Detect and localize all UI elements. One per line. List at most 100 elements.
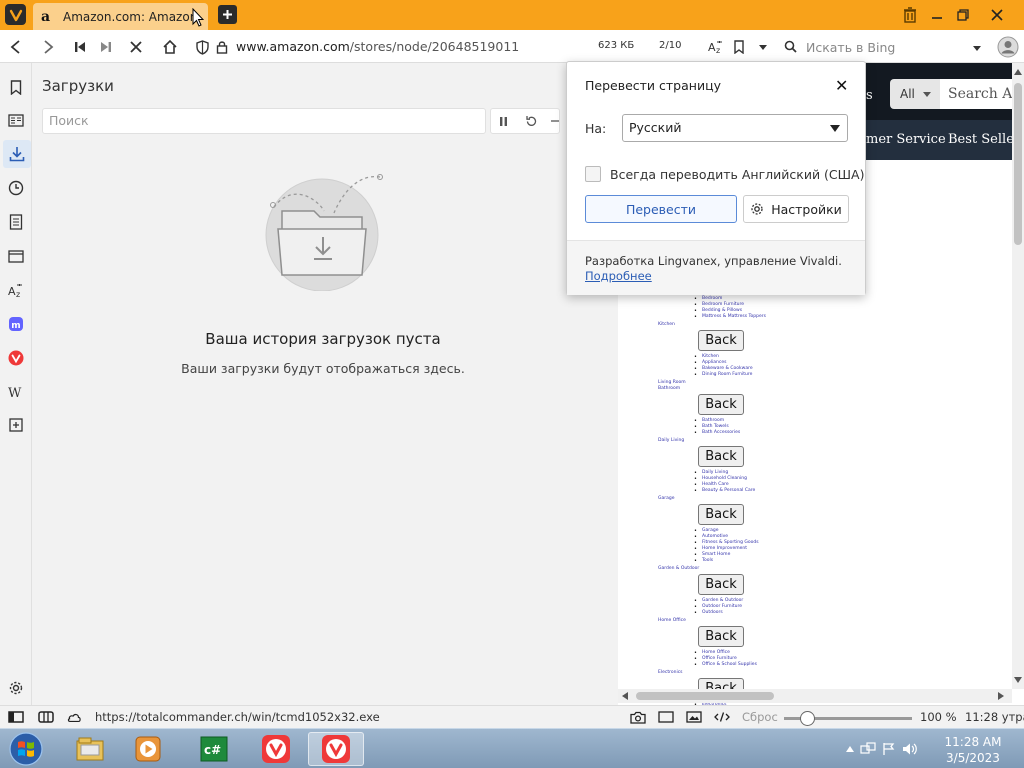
- home-button[interactable]: [158, 35, 182, 59]
- capture-icon[interactable]: [630, 710, 646, 724]
- panel-toggle-icon[interactable]: [8, 710, 24, 724]
- rewind-button[interactable]: [68, 35, 92, 59]
- category-link[interactable]: Outdoors: [694, 610, 723, 616]
- target-language-select[interactable]: Русский: [622, 114, 848, 142]
- start-button[interactable]: [8, 732, 44, 766]
- url-field[interactable]: www.amazon.com/stores/node/20648519011: [236, 39, 519, 54]
- history-icon[interactable]: [6, 178, 26, 198]
- back-button[interactable]: Back: [698, 574, 744, 595]
- page-horizontal-scrollbar[interactable]: [618, 689, 1012, 703]
- sync-cloud-icon[interactable]: [66, 710, 82, 724]
- page-tiling-icon[interactable]: [658, 710, 674, 724]
- category-heading[interactable]: Electronics: [658, 670, 683, 676]
- nav-best-sellers[interactable]: Best Seller: [948, 132, 1020, 147]
- amazon-nav-bar: mer Service Best Seller: [866, 120, 1020, 160]
- add-panel-icon[interactable]: [6, 415, 26, 435]
- flag-icon[interactable]: [882, 742, 896, 756]
- bookmark-icon[interactable]: [727, 35, 751, 59]
- taskbar-clock[interactable]: 11:28 AM 3/5/2023: [940, 734, 1006, 766]
- category-heading[interactable]: Garden & Outdoor: [658, 566, 699, 572]
- category-link[interactable]: Mattress & Mattress Toppers: [694, 314, 766, 320]
- amazon-category-dropdown[interactable]: All: [890, 79, 940, 109]
- reading-list-icon[interactable]: [6, 110, 26, 130]
- back-button[interactable]: Back: [698, 504, 744, 525]
- tab-tiling-icon[interactable]: [38, 710, 54, 724]
- media-player-icon[interactable]: [120, 732, 176, 766]
- status-hover-url: https://totalcommander.ch/win/tcmd1052x3…: [95, 710, 380, 724]
- network-icon[interactable]: [860, 742, 876, 756]
- category-heading[interactable]: Bathroom: [658, 386, 680, 392]
- forward-button[interactable]: [36, 35, 60, 59]
- lock-icon[interactable]: [210, 35, 234, 59]
- page-vertical-scroll-thumb[interactable]: [1014, 83, 1022, 245]
- back-button[interactable]: Back: [698, 394, 744, 415]
- volume-icon[interactable]: [902, 742, 918, 756]
- svg-text:W: W: [8, 386, 22, 399]
- page-horizontal-scroll-thumb[interactable]: [636, 692, 774, 700]
- learn-more-link[interactable]: Подробнее: [585, 269, 652, 283]
- vivaldi-menu-icon[interactable]: [5, 4, 26, 25]
- csharp-ide-icon[interactable]: c#: [186, 732, 242, 766]
- category-heading[interactable]: Daily Living: [658, 438, 684, 444]
- translate-settings-button[interactable]: Настройки: [743, 195, 849, 223]
- translate-panel-icon[interactable]: Az: [6, 280, 26, 300]
- downloads-panel-icon[interactable]: [3, 140, 31, 168]
- page-actions-icon[interactable]: [714, 710, 730, 724]
- close-window-button[interactable]: [980, 3, 1014, 27]
- category-link[interactable]: Tools: [694, 558, 713, 564]
- retry-icon[interactable]: [525, 115, 538, 128]
- zoom-reset-button[interactable]: Сброс: [742, 710, 778, 724]
- zoom-slider-thumb[interactable]: [800, 711, 815, 726]
- scroll-up-icon[interactable]: [1014, 69, 1022, 75]
- back-button[interactable]: Back: [698, 626, 744, 647]
- profile-avatar[interactable]: [996, 35, 1020, 59]
- wikipedia-icon[interactable]: W: [6, 382, 26, 402]
- settings-gear-icon[interactable]: [6, 678, 26, 698]
- trash-icon[interactable]: [898, 3, 922, 27]
- translate-button[interactable]: Перевести: [585, 195, 737, 223]
- vivaldi-icon[interactable]: [248, 732, 304, 766]
- restore-button[interactable]: [950, 3, 976, 27]
- category-heading[interactable]: Home Office: [658, 618, 686, 624]
- back-button[interactable]: Back: [698, 330, 744, 351]
- tab-amazon[interactable]: a Amazon.com: Amazon B: [33, 3, 208, 30]
- category-link[interactable]: Bath Accessories: [694, 430, 740, 436]
- image-toggle-icon[interactable]: [686, 710, 702, 724]
- taskbar-time: 11:28 AM: [944, 735, 1002, 749]
- back-button[interactable]: [4, 35, 28, 59]
- clear-icon[interactable]: [551, 119, 559, 123]
- translate-icon[interactable]: Az: [704, 35, 728, 59]
- scroll-left-icon[interactable]: [622, 692, 628, 700]
- always-translate-checkbox[interactable]: [585, 166, 601, 182]
- bookmark-dropdown-icon[interactable]: [751, 35, 775, 59]
- new-tab-button[interactable]: [218, 5, 237, 24]
- pause-icon[interactable]: [499, 116, 509, 127]
- downloads-search-input[interactable]: Поиск: [42, 108, 486, 134]
- chevron-up-icon[interactable]: [846, 746, 854, 752]
- fast-forward-button[interactable]: [94, 35, 118, 59]
- minimize-button[interactable]: [924, 3, 950, 27]
- window-panel-icon[interactable]: [6, 246, 26, 266]
- vivaldi-icon[interactable]: [308, 732, 364, 766]
- category-heading[interactable]: Kitchen: [658, 322, 675, 328]
- amazon-search-input[interactable]: Search Ar: [940, 79, 1012, 109]
- back-button[interactable]: Back: [698, 446, 744, 467]
- category-link[interactable]: Office & School Supplies: [694, 662, 757, 668]
- vivaldi-icon[interactable]: [6, 348, 26, 368]
- search-engine-dropdown-icon[interactable]: [972, 44, 982, 52]
- mastodon-icon[interactable]: m: [6, 314, 26, 334]
- scroll-right-icon[interactable]: [998, 692, 1004, 700]
- category-link[interactable]: Beauty & Personal Care: [694, 488, 755, 494]
- explorer-icon[interactable]: [62, 732, 118, 766]
- close-icon[interactable]: ✕: [835, 76, 848, 95]
- scroll-down-icon[interactable]: [1014, 677, 1022, 683]
- translate-credit: Разработка Lingvanex, управление Vivaldi…: [585, 254, 842, 268]
- category-link[interactable]: Dining Room Furniture: [694, 372, 752, 378]
- nav-customer-service[interactable]: mer Service: [866, 132, 946, 147]
- stop-loading-button[interactable]: [124, 35, 148, 59]
- notes-icon[interactable]: [6, 212, 26, 232]
- always-translate-label[interactable]: Всегда переводить Английский (США): [610, 167, 864, 182]
- category-heading[interactable]: Garage: [658, 496, 674, 502]
- search-field[interactable]: Искать в Bing: [784, 35, 989, 59]
- bookmarks-panel-icon[interactable]: [6, 77, 26, 97]
